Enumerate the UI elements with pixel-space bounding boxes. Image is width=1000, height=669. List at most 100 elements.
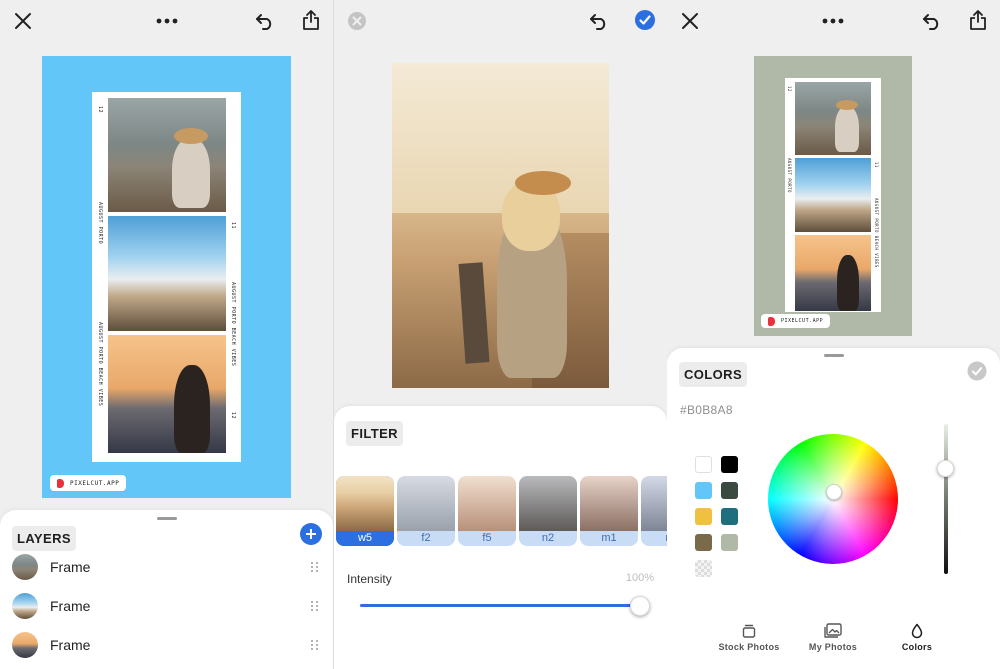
filter-preview: [641, 476, 667, 531]
pixelcut-logo-icon: [768, 316, 775, 326]
undo-icon[interactable]: [917, 6, 947, 36]
drop-icon: [911, 620, 923, 642]
close-icon[interactable]: [675, 6, 705, 36]
colors-title: COLORS: [679, 362, 748, 387]
layer-row[interactable]: Frame: [12, 590, 319, 622]
filter-option[interactable]: f2: [397, 476, 455, 546]
filter-title: FILTER: [346, 421, 403, 446]
layer-name: Frame: [50, 637, 91, 653]
design-canvas[interactable]: AUGUST PORTO AUGUST PORTO BEACH VIBES AU…: [42, 56, 291, 498]
photo-sunset[interactable]: [795, 235, 871, 311]
close-icon[interactable]: [8, 6, 38, 36]
colors-sheet: COLORS #B0B8A8 Stock Photos My Photos Co…: [667, 348, 1000, 669]
add-layer-button[interactable]: [300, 523, 322, 545]
tab-my-photos[interactable]: My Photos: [800, 620, 866, 652]
pixelcut-watermark: PIXELCUT.APP: [761, 314, 831, 328]
sheet-handle[interactable]: [156, 517, 177, 520]
tab-label: My Photos: [808, 642, 858, 652]
strip-label: AUGUST PORTO BEACH VIBES: [97, 322, 103, 407]
layers-sheet: LAYERS Frame Frame Frame: [0, 510, 333, 669]
color-swatch[interactable]: [695, 534, 712, 551]
tab-label: Stock Photos: [718, 642, 780, 652]
tab-label: Colors: [901, 642, 933, 652]
filter-label: f2: [397, 531, 455, 546]
color-swatch[interactable]: [721, 534, 738, 551]
strip-number: 11: [230, 222, 236, 230]
color-swatch[interactable]: [721, 508, 738, 525]
filter-preview: [336, 476, 394, 531]
intensity-label: Intensity: [347, 572, 392, 586]
intensity-slider-knob[interactable]: [630, 596, 650, 616]
filter-option[interactable]: m: [641, 476, 667, 546]
filter-sheet: FILTER w5 f2 f5 n2 m1 Intensity 100%: [334, 406, 667, 669]
layer-row[interactable]: Frame: [12, 629, 319, 661]
strip-number: 12: [230, 412, 236, 420]
tab-colors[interactable]: Colors: [892, 620, 942, 652]
filter-carousel[interactable]: w5 f2 f5 n2 m1 m: [336, 476, 667, 546]
color-wheel-picker[interactable]: [826, 484, 842, 500]
stock-photos-icon: [741, 620, 757, 642]
photo-woman-on-dock[interactable]: [108, 98, 226, 212]
filtered-photo[interactable]: [392, 63, 609, 388]
photo-beach[interactable]: [795, 158, 871, 232]
filter-preview: [580, 476, 638, 531]
strip-number: 12: [97, 106, 103, 114]
filter-option[interactable]: w5: [336, 476, 394, 546]
color-swatch[interactable]: [695, 456, 712, 473]
filter-label: w5: [336, 531, 394, 546]
tab-stock-photos[interactable]: Stock Photos: [712, 620, 786, 652]
photo-beach[interactable]: [108, 216, 226, 331]
color-swatch[interactable]: [695, 508, 712, 525]
drag-handle-icon[interactable]: [311, 640, 319, 650]
strip-label: AUGUST PORTO: [787, 158, 792, 193]
layers-panel: AUGUST PORTO AUGUST PORTO BEACH VIBES AU…: [0, 0, 333, 669]
more-options-icon[interactable]: [818, 6, 848, 36]
filter-panel: FILTER w5 f2 f5 n2 m1 Intensity 100%: [334, 0, 667, 669]
filter-option[interactable]: n2: [519, 476, 577, 546]
drag-handle-icon[interactable]: [311, 601, 319, 611]
sheet-handle[interactable]: [823, 354, 844, 357]
strip-number: 12: [787, 86, 792, 92]
confirm-icon[interactable]: [966, 360, 988, 382]
share-icon[interactable]: [963, 5, 993, 35]
brightness-slider-knob[interactable]: [937, 460, 954, 477]
filter-option[interactable]: m1: [580, 476, 638, 546]
filter-label: m: [641, 531, 667, 546]
filter-preview: [519, 476, 577, 531]
filter-preview: [458, 476, 516, 531]
color-wheel[interactable]: [768, 434, 898, 564]
photo-strip-frame[interactable]: AUGUST PORTO AUGUST PORTO BEACH VIBES AU…: [92, 92, 241, 462]
color-swatch[interactable]: [721, 456, 738, 473]
layer-thumbnail: [12, 554, 38, 580]
share-icon[interactable]: [296, 5, 326, 35]
undo-icon[interactable]: [250, 6, 280, 36]
color-swatch[interactable]: [695, 482, 712, 499]
pixelcut-logo-icon: [57, 478, 64, 488]
layer-name: Frame: [50, 559, 91, 575]
photo-sunset[interactable]: [108, 335, 226, 453]
photo-woman-on-dock[interactable]: [795, 82, 871, 155]
pixelcut-watermark: PIXELCUT.APP: [50, 475, 127, 491]
layer-row[interactable]: Frame: [12, 551, 319, 583]
photo-strip-frame[interactable]: AUGUST PORTO AUGUST PORTO BEACH VIBES 12…: [785, 78, 881, 312]
filter-option[interactable]: f5: [458, 476, 516, 546]
brightness-slider-track[interactable]: [944, 424, 948, 574]
my-photos-icon: [823, 620, 843, 642]
layer-thumbnail: [12, 593, 38, 619]
cancel-icon[interactable]: [342, 6, 372, 36]
intensity-value: 100%: [625, 572, 654, 584]
plus-icon: [306, 529, 316, 539]
confirm-icon[interactable]: [630, 5, 660, 35]
intensity-slider-track[interactable]: [360, 604, 640, 607]
transparent-swatch[interactable]: [695, 560, 712, 577]
layers-title: LAYERS: [12, 526, 76, 551]
undo-icon[interactable]: [584, 6, 614, 36]
hex-value-field[interactable]: #B0B8A8: [680, 403, 733, 417]
strip-label: AUGUST PORTO: [97, 202, 103, 245]
more-options-icon[interactable]: [152, 6, 182, 36]
strip-label: AUGUST PORTO BEACH VIBES: [230, 282, 236, 367]
design-canvas[interactable]: AUGUST PORTO AUGUST PORTO BEACH VIBES 12…: [754, 56, 912, 336]
layer-thumbnail: [12, 632, 38, 658]
drag-handle-icon[interactable]: [311, 562, 319, 572]
color-swatch[interactable]: [721, 482, 738, 499]
